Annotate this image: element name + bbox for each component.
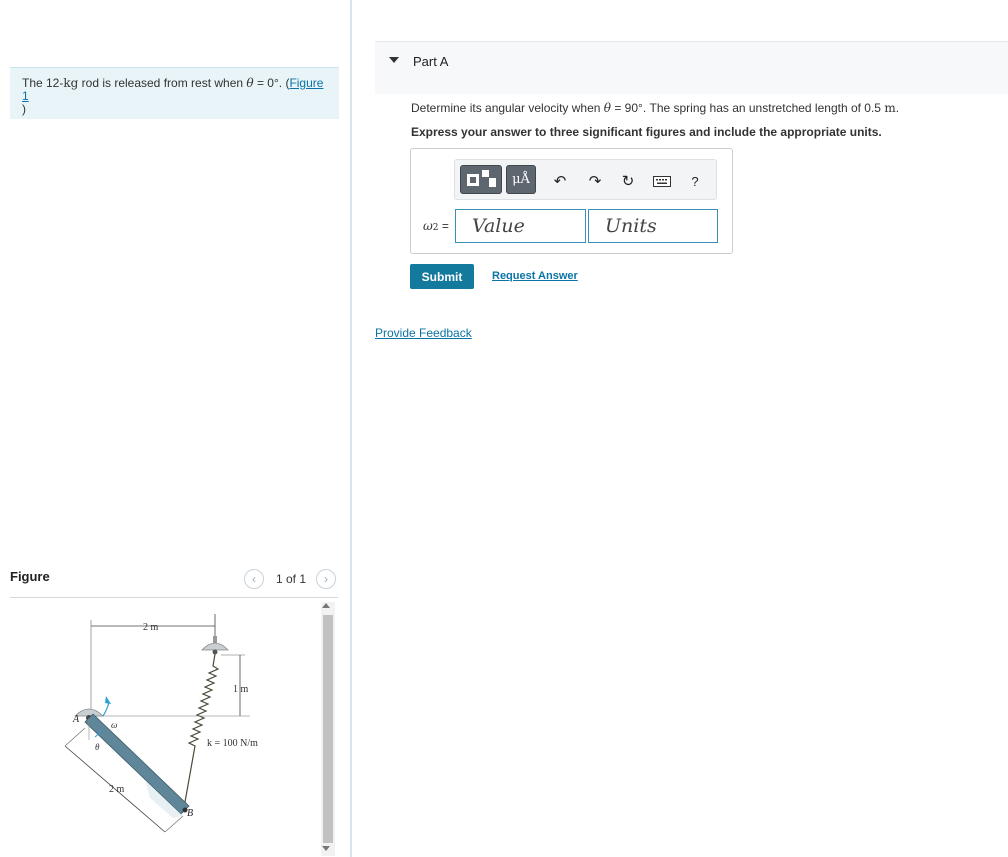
extension-line-rod-b bbox=[164, 815, 184, 833]
instructions: Express your answer to three significant… bbox=[411, 125, 882, 139]
redo-icon[interactable]: ↷ bbox=[587, 173, 603, 190]
equals-sign: = bbox=[438, 219, 449, 233]
help-icon[interactable]: ? bbox=[687, 173, 703, 189]
theta-label: θ bbox=[95, 742, 100, 752]
upper-pin bbox=[212, 649, 218, 655]
upper-support bbox=[201, 642, 229, 651]
keyboard-icon[interactable] bbox=[652, 173, 672, 189]
figure-divider bbox=[10, 597, 338, 598]
scroll-down-arrow-icon[interactable] bbox=[322, 846, 330, 851]
undo-icon[interactable]: ↶ bbox=[552, 173, 568, 190]
dim-label-2m-top: 2 m bbox=[143, 622, 159, 633]
omega-label: ω bbox=[111, 720, 117, 730]
pivot-support-a bbox=[74, 708, 104, 717]
figure-scrollbar-thumb[interactable] bbox=[323, 615, 333, 843]
figure-count: 1 of 1 bbox=[276, 572, 307, 586]
dim-label-2m-rod: 2 m bbox=[109, 784, 125, 795]
part-title[interactable]: Part A bbox=[413, 54, 448, 69]
problem-theta: θ bbox=[246, 76, 254, 90]
figure-pager: ‹ 1 of 1 › bbox=[244, 569, 337, 589]
figure-title: Figure bbox=[10, 569, 50, 584]
spring bbox=[184, 653, 220, 803]
omega-arrow bbox=[102, 701, 110, 717]
collapse-caret-icon[interactable] bbox=[389, 57, 399, 63]
omega-arrowhead bbox=[105, 696, 111, 704]
units-mu-a-icon[interactable]: μÅ bbox=[506, 165, 536, 194]
figure-diagram: 2 m 1 m k = 100 N/m A B ω θ 2 m bbox=[64, 614, 258, 833]
question-text-start: Determine its angular velocity when bbox=[411, 101, 604, 115]
pane-divider[interactable] bbox=[350, 0, 352, 857]
left-pane: The 12-kg rod is released from rest when… bbox=[0, 0, 350, 857]
value-input[interactable] bbox=[455, 209, 586, 243]
problem-equation: = 0°. ( bbox=[253, 76, 290, 90]
part-header[interactable] bbox=[375, 41, 1008, 94]
question-text: Determine its angular velocity when θ = … bbox=[411, 101, 899, 115]
question-text-end: . bbox=[895, 101, 900, 115]
scroll-up-arrow-icon[interactable] bbox=[322, 603, 330, 608]
templates-icon[interactable] bbox=[460, 165, 502, 194]
extension-line-rod-a bbox=[64, 727, 86, 747]
reset-icon[interactable]: ↻ bbox=[620, 173, 636, 190]
submit-button[interactable]: Submit bbox=[410, 264, 474, 289]
problem-text: The 12- bbox=[22, 76, 64, 90]
question-unit-m: m bbox=[884, 101, 896, 115]
question-theta: θ bbox=[603, 101, 611, 115]
dim-label-1m: 1 m bbox=[233, 684, 249, 695]
problem-close-paren: ) bbox=[22, 102, 26, 116]
problem-unit-kg: kg bbox=[63, 76, 79, 90]
request-answer-link[interactable]: Request Answer bbox=[492, 270, 578, 282]
answer-label: ω2 = bbox=[423, 219, 449, 233]
problem-statement: The 12-kg rod is released from rest when… bbox=[10, 67, 339, 119]
rod bbox=[84, 713, 190, 815]
omega-symbol: ω bbox=[423, 219, 433, 233]
chevron-left-icon[interactable]: ‹ bbox=[244, 569, 264, 589]
chevron-right-icon[interactable]: › bbox=[316, 569, 337, 589]
spring-constant-label: k = 100 N/m bbox=[207, 738, 258, 749]
point-b-label: B bbox=[187, 808, 193, 819]
point-a-label: A bbox=[72, 714, 80, 725]
question-text-mid: = 90°. The spring has an unstretched len… bbox=[611, 101, 885, 115]
provide-feedback-link[interactable]: Provide Feedback bbox=[375, 326, 472, 340]
problem-text-mid: rod is released from rest when bbox=[78, 76, 247, 90]
units-input[interactable] bbox=[588, 209, 718, 243]
